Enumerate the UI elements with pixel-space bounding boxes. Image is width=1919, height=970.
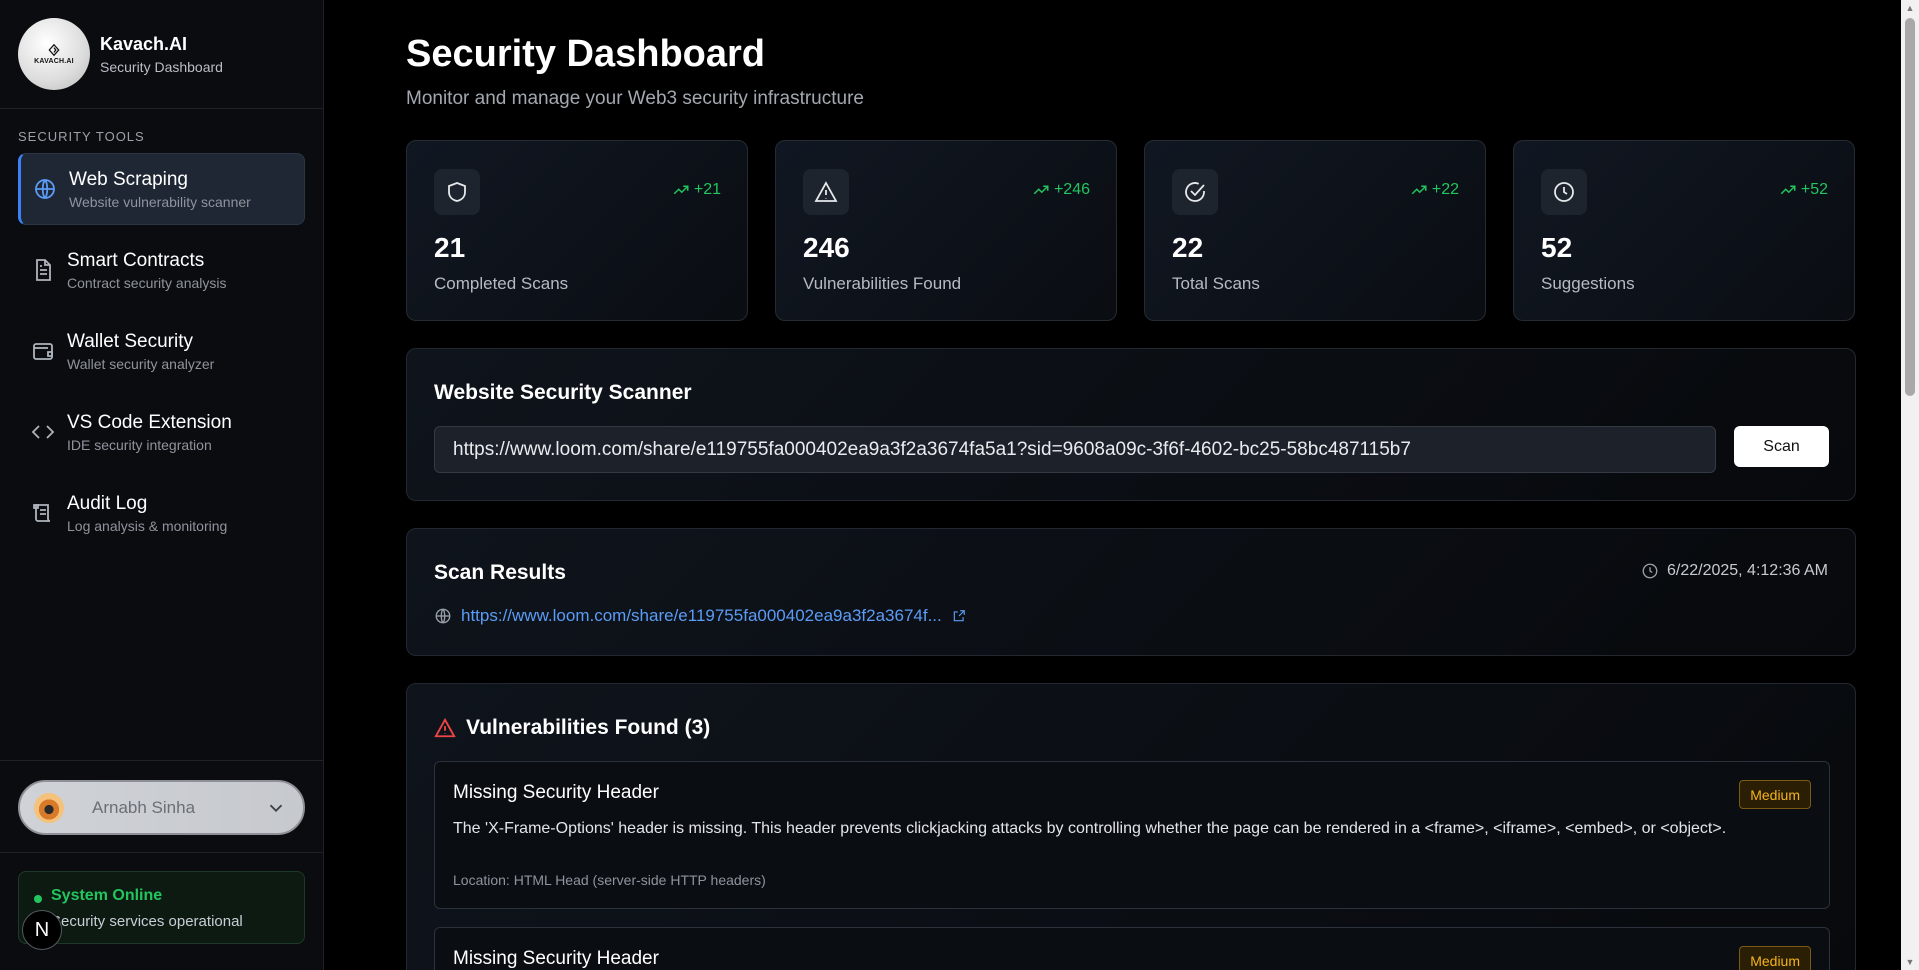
sidebar: KAVACH.AI Kavach.AI Security Dashboard S… <box>0 0 324 970</box>
brand-logo[interactable]: KAVACH.AI <box>18 18 90 90</box>
scroll-down-arrow-icon[interactable]: ▼ <box>1905 957 1915 967</box>
brand-logo-text: KAVACH.AI <box>34 58 74 65</box>
stat-label: Vulnerabilities Found <box>803 274 962 293</box>
stat-label: Completed Scans <box>434 274 569 293</box>
document-icon <box>31 258 55 282</box>
trending-up-icon <box>1033 185 1049 195</box>
trending-up-icon <box>1411 185 1427 195</box>
section-label: SECURITY TOOLS <box>18 129 145 144</box>
user-menu-button[interactable]: Arnabh Sinha <box>18 780 305 835</box>
page-subtitle: Monitor and manage your Web3 security in… <box>406 88 864 109</box>
scan-timestamp: 6/22/2025, 4:12:36 AM <box>1641 562 1828 580</box>
check-circle-icon <box>1172 169 1218 215</box>
alert-triangle-icon <box>434 717 456 738</box>
sidebar-item-title: Audit Log <box>67 492 148 514</box>
stat-card-total-scans: +22 22 Total Scans <box>1144 140 1486 321</box>
brand-name: Kavach.AI <box>100 33 188 54</box>
sidebar-item-title: Smart Contracts <box>67 249 205 271</box>
sidebar-item-desc: Wallet security analyzer <box>67 355 215 372</box>
scan-results-title: Scan Results <box>434 561 566 584</box>
trending-up-icon <box>1780 185 1796 195</box>
severity-badge: Medium <box>1739 780 1811 809</box>
stat-trend: +21 <box>672 181 721 199</box>
sidebar-item-title: VS Code Extension <box>67 411 232 433</box>
scan-results-panel: Scan Results 6/22/2025, 4:12:36 AM https… <box>406 528 1856 656</box>
globe-icon <box>435 608 451 624</box>
status-subtitle: Security services operational <box>51 913 243 930</box>
sidebar-item-smart-contracts[interactable]: Smart Contracts Contract security analys… <box>18 234 305 306</box>
chevron-down-icon <box>269 804 283 812</box>
sidebar-item-desc: IDE security integration <box>67 436 212 453</box>
stat-card-completed-scans: +21 21 Completed Scans <box>406 140 748 321</box>
page-scrollbar[interactable]: ▲ ▼ <box>1901 0 1919 970</box>
severity-badge: Medium <box>1739 946 1811 970</box>
scrollbar-thumb[interactable] <box>1905 18 1915 396</box>
avatar <box>34 792 64 823</box>
website-security-scanner-panel: Website Security Scanner Scan <box>406 348 1856 501</box>
wallet-icon <box>31 339 55 363</box>
vulnerabilities-panel: Vulnerabilities Found (3) Missing Securi… <box>406 683 1856 970</box>
sidebar-item-title: Wallet Security <box>67 330 193 352</box>
vulnerability-name: Missing Security Header <box>453 782 659 803</box>
brand-header: KAVACH.AI Kavach.AI Security Dashboard <box>0 0 323 109</box>
scan-timestamp-text: 6/22/2025, 4:12:36 AM <box>1666 562 1828 579</box>
scan-url-input[interactable] <box>434 426 1716 473</box>
sidebar-item-audit-log[interactable]: Audit Log Log analysis & monitoring <box>18 477 305 549</box>
page-title: Security Dashboard <box>406 33 765 75</box>
vulnerabilities-title-text: Vulnerabilities Found (3) <box>466 716 711 739</box>
scanner-title: Website Security Scanner <box>434 381 692 404</box>
scroll-up-arrow-icon[interactable]: ▲ <box>1905 3 1915 13</box>
sidebar-item-title: Web Scraping <box>69 168 188 190</box>
stat-value: 52 <box>1541 232 1573 263</box>
stat-trend-value: +52 <box>1800 181 1828 198</box>
status-dot <box>34 895 42 903</box>
sidebar-item-wallet-security[interactable]: Wallet Security Wallet security analyzer <box>18 315 305 387</box>
scanned-url-link[interactable]: https://www.loom.com/share/e119755fa0004… <box>434 606 966 626</box>
stat-card-suggestions: +52 52 Suggestions <box>1513 140 1855 321</box>
vulnerability-item[interactable]: Missing Security Header Medium The 'X-Fr… <box>434 761 1830 909</box>
vulnerability-item[interactable]: Missing Security Header Medium <box>434 927 1830 970</box>
stat-label: Suggestions <box>1541 274 1635 293</box>
sidebar-item-desc: Contract security analysis <box>67 274 227 291</box>
stat-trend: +22 <box>1410 181 1459 199</box>
main-content: Security Dashboard Monitor and manage yo… <box>406 0 1856 970</box>
globe-icon <box>33 177 57 201</box>
clock-icon <box>1541 169 1587 215</box>
trending-up-icon <box>673 185 689 195</box>
logo-mark-icon <box>48 43 60 57</box>
stat-trend: +52 <box>1779 181 1828 199</box>
clock-icon <box>1642 563 1658 579</box>
stat-trend-value: +246 <box>1053 181 1090 198</box>
alert-triangle-icon <box>803 169 849 215</box>
user-area: Arnabh Sinha <box>0 760 323 853</box>
vulnerabilities-title: Vulnerabilities Found (3) <box>434 716 710 740</box>
sidebar-item-desc: Log analysis & monitoring <box>67 517 228 534</box>
shield-icon <box>434 169 480 215</box>
stat-value: 22 <box>1172 232 1204 263</box>
brand-subtitle: Security Dashboard <box>100 58 223 75</box>
stat-trend-value: +22 <box>1431 181 1459 198</box>
sidebar-nav: Web Scraping Website vulnerability scann… <box>0 153 323 549</box>
scroll-icon <box>31 501 55 525</box>
sidebar-item-vs-code-extension[interactable]: VS Code Extension IDE security integrati… <box>18 396 305 468</box>
vulnerability-description: The 'X-Frame-Options' header is missing.… <box>453 820 1727 837</box>
scan-button[interactable]: Scan <box>1734 426 1829 467</box>
stat-card-vulnerabilities-found: +246 246 Vulnerabilities Found <box>775 140 1117 321</box>
vulnerability-location: Location: HTML Head (server-side HTTP he… <box>453 872 766 888</box>
sidebar-item-web-scraping[interactable]: Web Scraping Website vulnerability scann… <box>18 153 305 225</box>
n-badge-button[interactable]: N <box>22 910 62 950</box>
stat-value: 21 <box>434 232 466 263</box>
stat-trend-value: +21 <box>693 181 721 198</box>
stat-trend: +246 <box>1032 181 1090 199</box>
sidebar-item-desc: Website vulnerability scanner <box>69 193 251 210</box>
stat-label: Total Scans <box>1172 274 1260 293</box>
status-title: System Online <box>51 887 163 904</box>
external-link-icon <box>953 610 965 622</box>
vulnerability-name: Missing Security Header <box>453 948 659 969</box>
user-name: Arnabh Sinha <box>92 797 196 817</box>
scanned-url-text: https://www.loom.com/share/e119755fa0004… <box>461 606 942 625</box>
stat-value: 246 <box>803 232 850 263</box>
code-icon <box>31 420 55 444</box>
